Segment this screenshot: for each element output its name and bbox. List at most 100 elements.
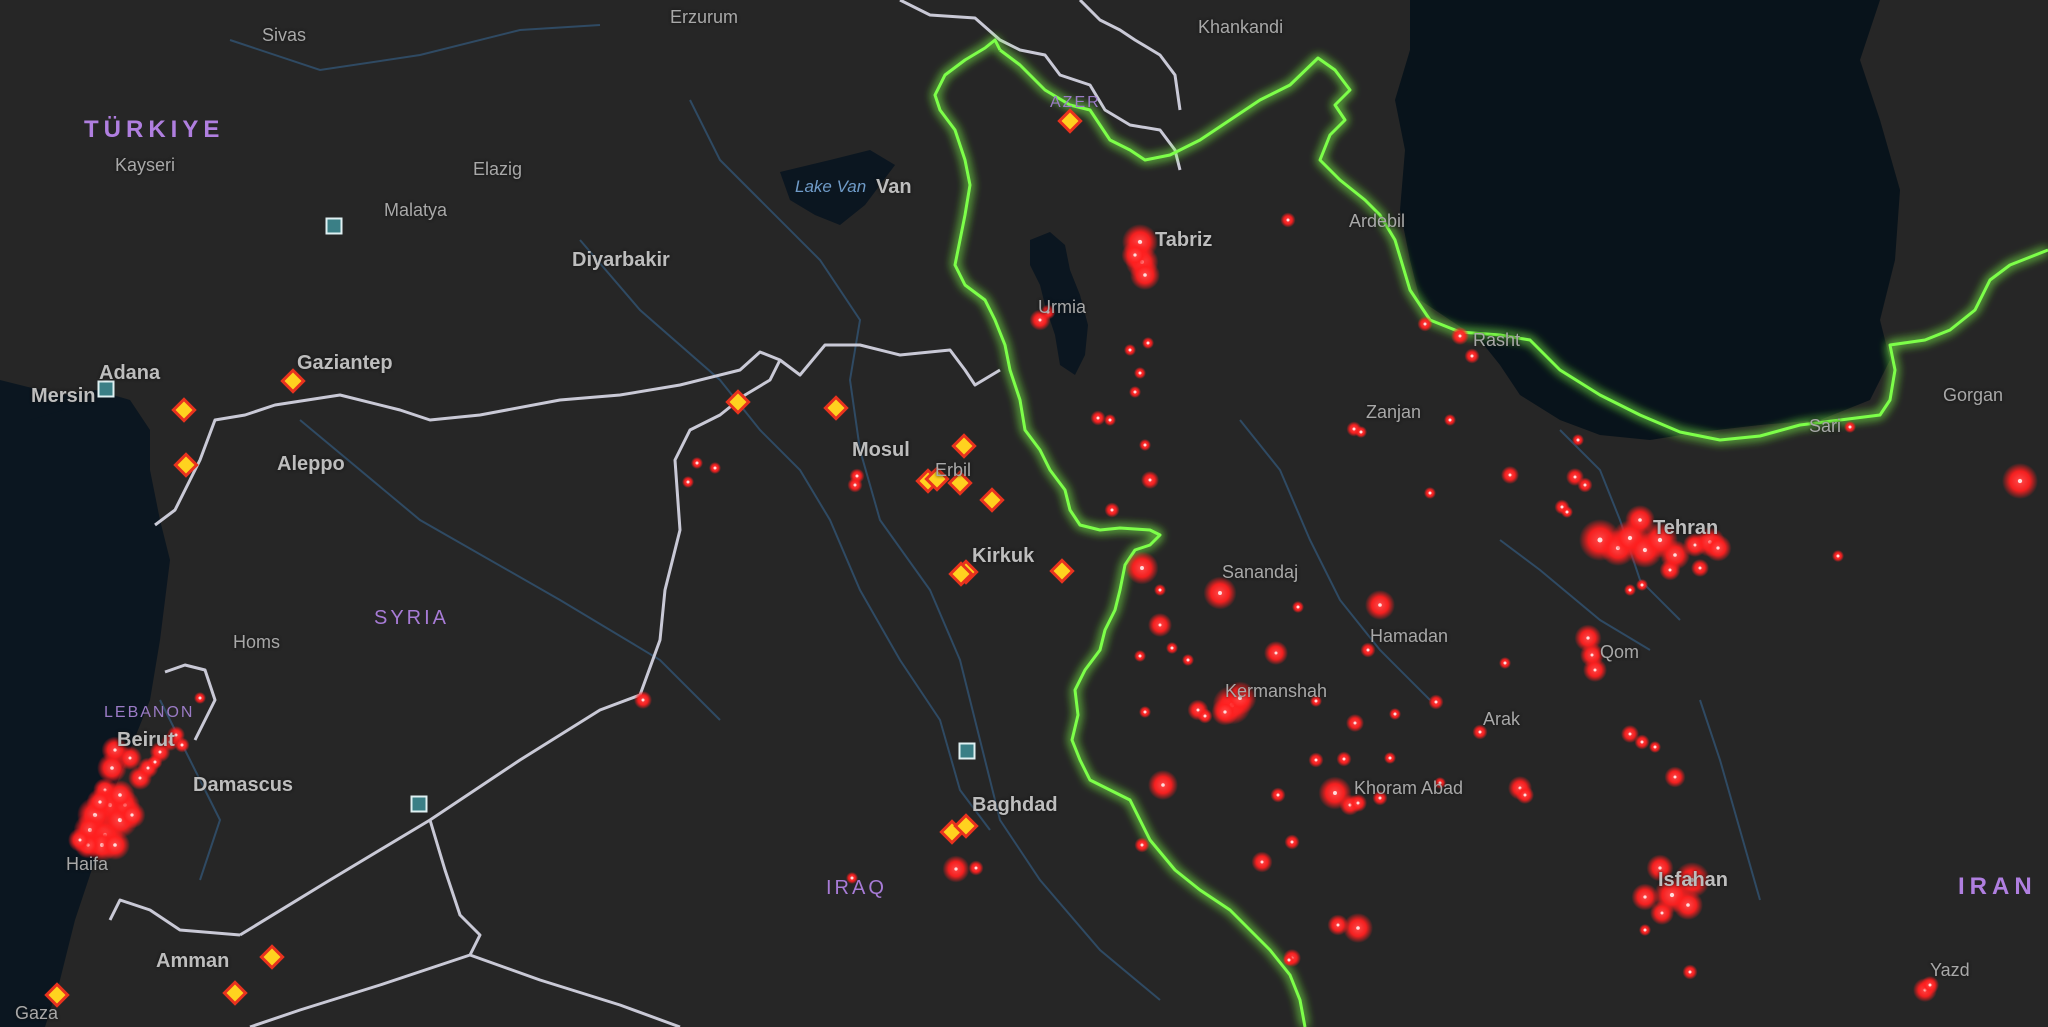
event-dot[interactable] [1639, 924, 1651, 936]
event-dot[interactable] [1577, 477, 1593, 493]
event-dot[interactable] [1516, 786, 1534, 804]
event-dot-core [1423, 322, 1427, 326]
event-dot[interactable] [1141, 471, 1159, 489]
event-dot[interactable] [1561, 506, 1573, 518]
event-dot[interactable] [1139, 439, 1151, 451]
event-dot[interactable] [1472, 724, 1488, 740]
event-dot[interactable] [1129, 386, 1141, 398]
event-dot[interactable] [1148, 770, 1178, 800]
event-dot[interactable] [1104, 414, 1116, 426]
event-dot[interactable] [1650, 901, 1674, 925]
event-dot[interactable] [1308, 752, 1324, 768]
event-dot-core [1378, 796, 1382, 800]
event-dot[interactable] [846, 872, 858, 884]
event-dot[interactable] [1121, 241, 1149, 269]
event-dot-core [1274, 651, 1278, 655]
event-dot-core [1356, 801, 1360, 805]
event-dot[interactable] [1624, 584, 1636, 596]
event-dot[interactable] [1464, 348, 1480, 364]
event-dot[interactable] [1203, 576, 1237, 610]
event-dot[interactable] [1424, 487, 1436, 499]
event-dot[interactable] [1166, 642, 1178, 654]
event-dot[interactable] [1704, 534, 1732, 562]
square-marker[interactable] [97, 380, 115, 398]
event-dot[interactable] [1365, 590, 1395, 620]
event-dot[interactable] [1444, 414, 1456, 426]
event-dot[interactable] [1583, 658, 1607, 682]
event-dot[interactable] [1659, 559, 1681, 581]
event-dot[interactable] [1139, 706, 1151, 718]
event-dot[interactable] [1501, 466, 1519, 484]
event-dot[interactable] [1417, 316, 1433, 332]
event-dot[interactable] [1211, 698, 1239, 726]
event-dot[interactable] [1664, 766, 1686, 788]
event-dot[interactable] [1283, 954, 1295, 966]
event-dot[interactable] [1921, 976, 1939, 994]
event-dot[interactable] [2002, 463, 2038, 499]
event-dot[interactable] [1389, 708, 1401, 720]
event-dot[interactable] [68, 828, 92, 852]
event-dot[interactable] [194, 692, 206, 704]
event-dot-core [1108, 418, 1112, 422]
event-dot[interactable] [1346, 714, 1364, 732]
event-dot[interactable] [847, 477, 863, 493]
event-dot[interactable] [1264, 641, 1288, 665]
event-dot-core [1638, 518, 1642, 522]
square-marker[interactable] [410, 795, 428, 813]
event-dot[interactable] [1832, 550, 1844, 562]
event-dot[interactable] [1125, 551, 1159, 585]
square-marker[interactable] [325, 217, 343, 235]
event-dot[interactable] [1336, 751, 1352, 767]
event-dot[interactable] [1284, 834, 1300, 850]
event-dot[interactable] [1124, 344, 1136, 356]
event-dot[interactable] [1428, 694, 1444, 710]
event-dot[interactable] [1134, 367, 1146, 379]
event-dot-core [1848, 425, 1852, 429]
event-dot[interactable] [1090, 410, 1106, 426]
map-canvas[interactable] [0, 0, 2048, 1027]
event-dot[interactable] [1355, 426, 1367, 438]
event-dot[interactable] [1104, 502, 1120, 518]
event-dot[interactable] [1499, 657, 1511, 669]
event-dot[interactable] [1572, 434, 1584, 446]
event-dot[interactable] [1634, 734, 1650, 750]
event-dot[interactable] [634, 691, 652, 709]
event-dot[interactable] [1270, 787, 1286, 803]
event-dot[interactable] [1682, 964, 1698, 980]
event-dot[interactable] [1182, 654, 1194, 666]
event-dot[interactable] [86, 788, 114, 816]
event-dot[interactable] [1360, 642, 1376, 658]
event-dot[interactable] [691, 457, 703, 469]
event-dot[interactable] [682, 476, 694, 488]
event-dot[interactable] [1197, 708, 1213, 724]
event-dot[interactable] [1134, 650, 1146, 662]
event-dot[interactable] [147, 754, 163, 770]
event-dot[interactable] [1349, 794, 1367, 812]
event-dot[interactable] [1280, 212, 1296, 228]
event-dot[interactable] [942, 855, 970, 883]
event-dot[interactable] [709, 462, 721, 474]
event-dot[interactable] [1691, 559, 1709, 577]
event-dot[interactable] [1372, 790, 1388, 806]
event-dot[interactable] [968, 860, 984, 876]
event-dot[interactable] [1292, 601, 1304, 613]
event-dot[interactable] [1154, 584, 1166, 596]
event-dot[interactable] [174, 737, 190, 753]
event-dot[interactable] [1636, 579, 1648, 591]
event-dot[interactable] [1310, 695, 1322, 707]
event-dot[interactable] [1673, 890, 1703, 920]
event-dot[interactable] [1148, 613, 1172, 637]
event-dot-core [1046, 310, 1050, 314]
event-dot[interactable] [1451, 327, 1469, 345]
event-dot[interactable] [1142, 337, 1154, 349]
event-dot[interactable] [1040, 304, 1056, 320]
event-dot[interactable] [1134, 837, 1150, 853]
square-marker[interactable] [958, 742, 976, 760]
event-dot[interactable] [1343, 913, 1373, 943]
event-dot[interactable] [1844, 421, 1856, 433]
event-dot[interactable] [1434, 777, 1446, 789]
event-dot[interactable] [1251, 851, 1273, 873]
event-dot[interactable] [1649, 741, 1661, 753]
event-dot[interactable] [1384, 752, 1396, 764]
event-dot[interactable] [100, 830, 130, 860]
